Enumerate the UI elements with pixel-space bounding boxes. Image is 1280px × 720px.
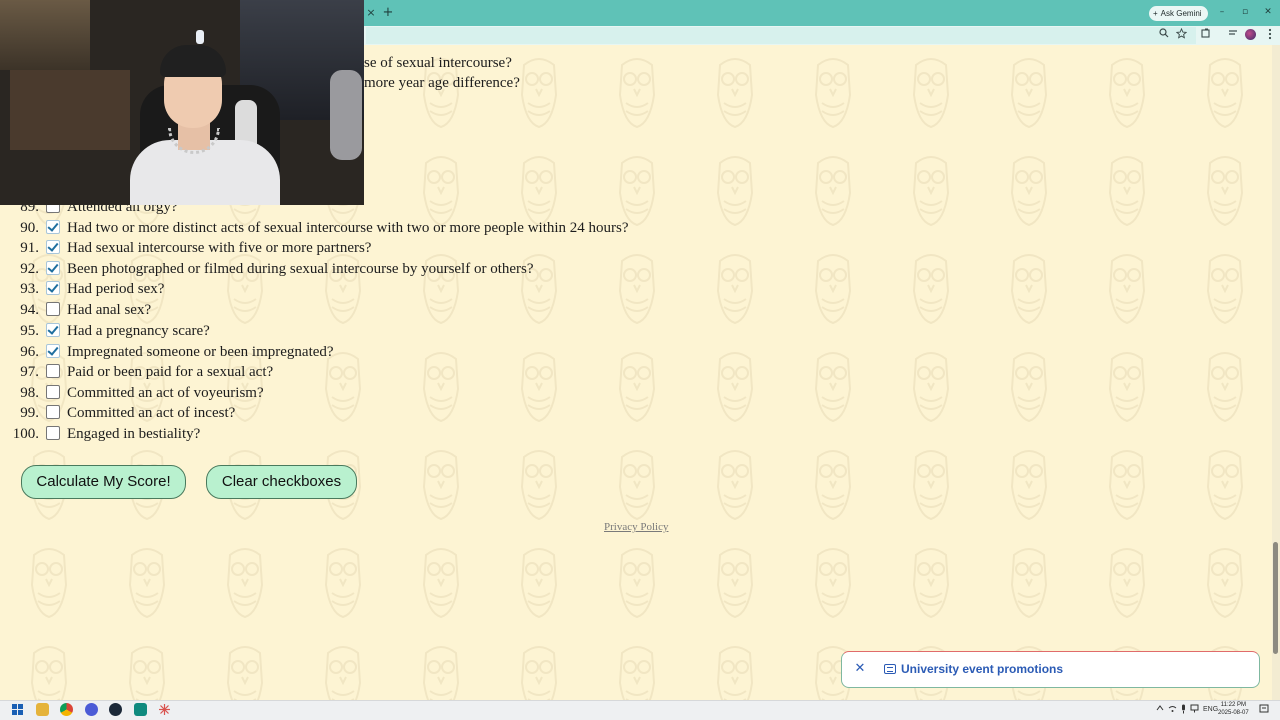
question-row: 91. Had sexual intercourse with five or … [0, 238, 700, 258]
question-label: Had anal sex? [67, 302, 152, 318]
partial-question-text: se of sexual intercourse? [364, 55, 512, 71]
question-number: 93. [20, 281, 39, 297]
windows-start-icon[interactable] [11, 703, 24, 716]
notification-text: University event promotions [901, 662, 1064, 676]
zoom-icon[interactable] [1157, 28, 1171, 42]
question-number: 100. [12, 426, 39, 442]
question-row: 95. Had a pregnancy scare? [0, 321, 700, 341]
question-label: Been photographed or filmed during sexua… [67, 261, 534, 277]
question-number: 97. [20, 364, 39, 380]
taskbar-clock[interactable]: 11:22 PM 2025-08-07 [1218, 701, 1249, 717]
clock-date: 2025-08-07 [1218, 710, 1249, 716]
question-checkbox[interactable] [46, 323, 60, 337]
network-icon[interactable] [1190, 704, 1199, 717]
question-row: 93. Had period sex? [0, 279, 700, 299]
question-checkbox[interactable] [46, 240, 60, 254]
partial-question-text: more year age difference? [364, 75, 520, 91]
address-bar[interactable] [366, 27, 1196, 44]
webcam-background-window [0, 0, 90, 70]
question-label: Paid or been paid for a sexual act? [67, 364, 274, 380]
question-checkbox[interactable] [46, 364, 60, 378]
question-number: 95. [20, 323, 39, 339]
question-checkbox[interactable] [46, 220, 60, 234]
taskbar [0, 700, 1280, 720]
question-number: 92. [20, 261, 39, 277]
chrome-icon[interactable] [60, 703, 73, 716]
question-row: 90. Had two or more distinct acts of sex… [0, 218, 700, 238]
notification-toast[interactable]: ✕ University event promotions [841, 651, 1260, 688]
question-checkbox[interactable] [46, 302, 60, 316]
question-checkbox[interactable] [46, 405, 60, 419]
microphone-icon[interactable] [1180, 704, 1187, 718]
obs-sparkle-icon[interactable] [158, 703, 171, 716]
close-tab-icon[interactable]: × [366, 6, 376, 20]
question-label: Had two or more distinct acts of sexual … [67, 220, 629, 236]
question-number: 98. [20, 385, 39, 401]
ask-gemini-button[interactable]: + Ask Gemini [1149, 6, 1208, 21]
language-indicator[interactable]: ENG [1203, 704, 1218, 715]
plus-icon: + [1153, 9, 1158, 18]
question-checkbox[interactable] [46, 281, 60, 295]
question-checkbox[interactable] [46, 261, 60, 275]
question-number: 91. [20, 240, 39, 256]
webcam-microphone [330, 70, 362, 160]
question-number: 94. [20, 302, 39, 318]
webcam-lamp [196, 30, 204, 44]
minimize-button[interactable]: – [1213, 5, 1231, 19]
tray-chevron-icon[interactable] [1156, 704, 1164, 716]
question-label: Had period sex? [67, 281, 165, 297]
calculate-score-button[interactable]: Calculate My Score! [21, 465, 186, 499]
question-row: 96. Impregnated someone or been impregna… [0, 342, 700, 362]
question-label: Had sexual intercourse with five or more… [67, 240, 372, 256]
question-label: Had a pregnancy scare? [67, 323, 210, 339]
question-checkbox[interactable] [46, 426, 60, 440]
question-checkbox[interactable] [46, 385, 60, 399]
webcam-overlay [0, 0, 364, 205]
question-checkbox[interactable] [46, 344, 60, 358]
question-row: 98. Committed an act of voyeurism? [0, 383, 700, 403]
webcam-background-kitchen [10, 70, 130, 150]
question-number: 90. [20, 220, 39, 236]
extensions-icon[interactable] [1199, 28, 1213, 42]
ask-gemini-label: Ask Gemini [1160, 9, 1202, 18]
notification-center-icon[interactable] [1259, 704, 1269, 718]
browser-app-icon[interactable] [134, 703, 147, 716]
question-row: 97. Paid or been paid for a sexual act? [0, 362, 700, 382]
menu-kebab-icon[interactable] [1263, 28, 1277, 42]
clock-time: 11:22 PM [1220, 702, 1246, 708]
bookmark-star-icon[interactable] [1174, 27, 1188, 42]
steam-icon[interactable] [109, 703, 122, 716]
question-row: 100. Engaged in bestiality? [0, 424, 700, 444]
close-icon[interactable]: ✕ [854, 662, 866, 676]
new-tab-button[interactable]: + [382, 5, 394, 21]
question-row: 92. Been photographed or filmed during s… [0, 259, 700, 279]
clear-checkboxes-button[interactable]: Clear checkboxes [206, 465, 357, 499]
wifi-icon[interactable] [1168, 704, 1177, 717]
question-label: Committed an act of voyeurism? [67, 385, 264, 401]
close-window-button[interactable]: ✕ [1259, 5, 1277, 19]
question-row: 99. Committed an act of incest? [0, 403, 700, 423]
profile-avatar[interactable] [1245, 29, 1256, 40]
question-number: 99. [20, 405, 39, 421]
restore-button[interactable]: ▫ [1236, 5, 1254, 19]
newspaper-icon [884, 664, 896, 674]
question-label: Engaged in bestiality? [67, 426, 201, 442]
question-label: Impregnated someone or been impregnated? [67, 344, 334, 360]
media-controls-icon[interactable] [1226, 28, 1240, 42]
scrollbar-thumb[interactable] [1273, 542, 1278, 654]
privacy-policy-link[interactable]: Privacy Policy [604, 521, 668, 533]
question-row: 94. Had anal sex? [0, 300, 700, 320]
discord-icon[interactable] [85, 703, 98, 716]
question-number: 96. [20, 344, 39, 360]
file-explorer-icon[interactable] [36, 703, 49, 716]
webcam-person-cap [160, 45, 226, 77]
question-label: Committed an act of incest? [67, 405, 236, 421]
